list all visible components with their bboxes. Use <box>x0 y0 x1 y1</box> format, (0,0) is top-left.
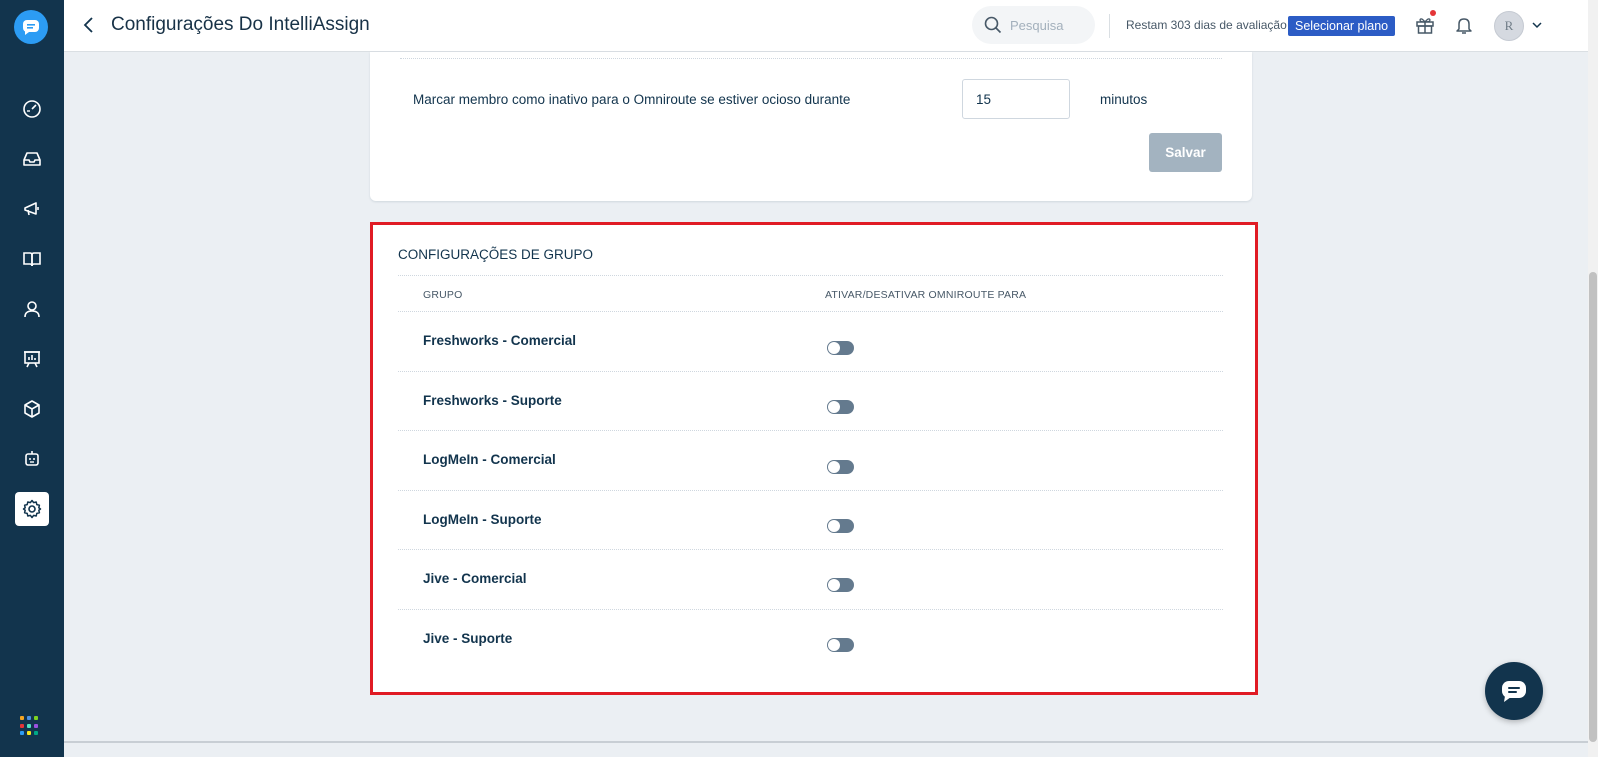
group-name: Freshworks - Suporte <box>423 393 562 408</box>
nav-analytics[interactable] <box>15 342 49 376</box>
user-avatar[interactable]: R <box>1494 11 1524 41</box>
header-divider <box>1109 14 1110 38</box>
apps-grid-icon[interactable] <box>20 716 40 736</box>
chevron-down-icon <box>1532 21 1542 28</box>
separator <box>398 311 1223 312</box>
chat-logo-icon <box>23 20 39 35</box>
gear-icon <box>22 499 42 519</box>
page-title: Configurações Do IntelliAssign <box>111 14 370 35</box>
top-header: Configurações Do IntelliAssign Restam 30… <box>64 0 1598 52</box>
omniroute-toggle[interactable] <box>827 578 854 592</box>
column-header-group: GRUPO <box>423 289 463 301</box>
chat-widget-button[interactable] <box>1485 662 1543 720</box>
omniroute-toggle[interactable] <box>827 519 854 533</box>
group-name: Jive - Suporte <box>423 631 513 646</box>
save-button[interactable]: Salvar <box>1149 133 1222 172</box>
search-input[interactable] <box>1010 17 1090 33</box>
megaphone-icon <box>24 202 39 216</box>
idle-settings-card: Marcar membro como inativo para o Omniro… <box>370 52 1252 201</box>
gift-button[interactable] <box>1413 10 1437 37</box>
chat-bubble-icon <box>1502 681 1526 702</box>
group-name: LogMeIn - Comercial <box>423 452 556 467</box>
group-name: Freshworks - Comercial <box>423 333 577 348</box>
inbox-icon <box>23 152 41 166</box>
nav-contacts[interactable] <box>15 292 49 326</box>
group-name: Jive - Comercial <box>423 571 527 586</box>
analytics-icon <box>24 351 40 368</box>
idle-timeout-input[interactable] <box>962 79 1070 119</box>
select-plan-button[interactable]: Selecionar plano <box>1288 16 1396 36</box>
bot-icon <box>25 451 39 466</box>
omniroute-toggle[interactable] <box>827 341 854 355</box>
nav-bots[interactable] <box>15 442 49 476</box>
separator <box>398 275 1223 276</box>
nav-knowledge-base[interactable] <box>15 242 49 276</box>
omniroute-toggle[interactable] <box>827 460 854 474</box>
separator <box>398 609 1223 610</box>
account-menu-chevron[interactable] <box>1530 18 1544 32</box>
dashboard-icon <box>23 100 41 118</box>
nav-inbox[interactable] <box>15 142 49 176</box>
group-settings-title: CONFIGURAÇÕES DE GRUPO <box>398 247 594 262</box>
sidebar <box>0 0 64 757</box>
scrollbar-track[interactable] <box>1588 0 1598 757</box>
column-header-toggle: ATIVAR/DESATIVAR OMNIROUTE PARA <box>825 289 1027 301</box>
separator <box>398 549 1223 550</box>
search-box[interactable] <box>972 6 1095 44</box>
idle-timeout-unit: minutos <box>1100 92 1148 107</box>
notifications-button[interactable] <box>1452 13 1476 37</box>
back-button[interactable] <box>78 14 100 36</box>
separator <box>398 430 1223 431</box>
nav-settings[interactable] <box>15 492 49 526</box>
bell-icon <box>1456 18 1472 34</box>
group-settings-card: CONFIGURAÇÕES DE GRUPO GRUPO ATIVAR/DESA… <box>370 222 1258 695</box>
nav-admin[interactable] <box>15 392 49 426</box>
bottom-strip <box>64 741 1588 757</box>
contact-icon <box>24 301 40 318</box>
group-name: LogMeIn - Suporte <box>423 512 542 527</box>
freshdesk-logo[interactable] <box>14 10 48 44</box>
separator <box>398 371 1223 372</box>
box-icon <box>24 400 40 418</box>
chevron-left-icon <box>83 17 93 33</box>
notification-dot <box>1430 10 1436 16</box>
trial-remaining-text: Restam 303 dias de avaliação <box>1126 18 1287 32</box>
nav-campaigns[interactable] <box>15 192 49 226</box>
nav-dashboard[interactable] <box>15 92 49 126</box>
gift-icon <box>1416 18 1434 34</box>
omniroute-toggle[interactable] <box>827 638 854 652</box>
idle-timeout-label: Marcar membro como inativo para o Omniro… <box>413 92 851 107</box>
book-icon <box>23 252 41 267</box>
separator <box>398 490 1223 491</box>
separator <box>400 58 1222 59</box>
omniroute-toggle[interactable] <box>827 400 854 414</box>
scrollbar-thumb[interactable] <box>1589 272 1597 742</box>
search-icon <box>984 16 1002 34</box>
